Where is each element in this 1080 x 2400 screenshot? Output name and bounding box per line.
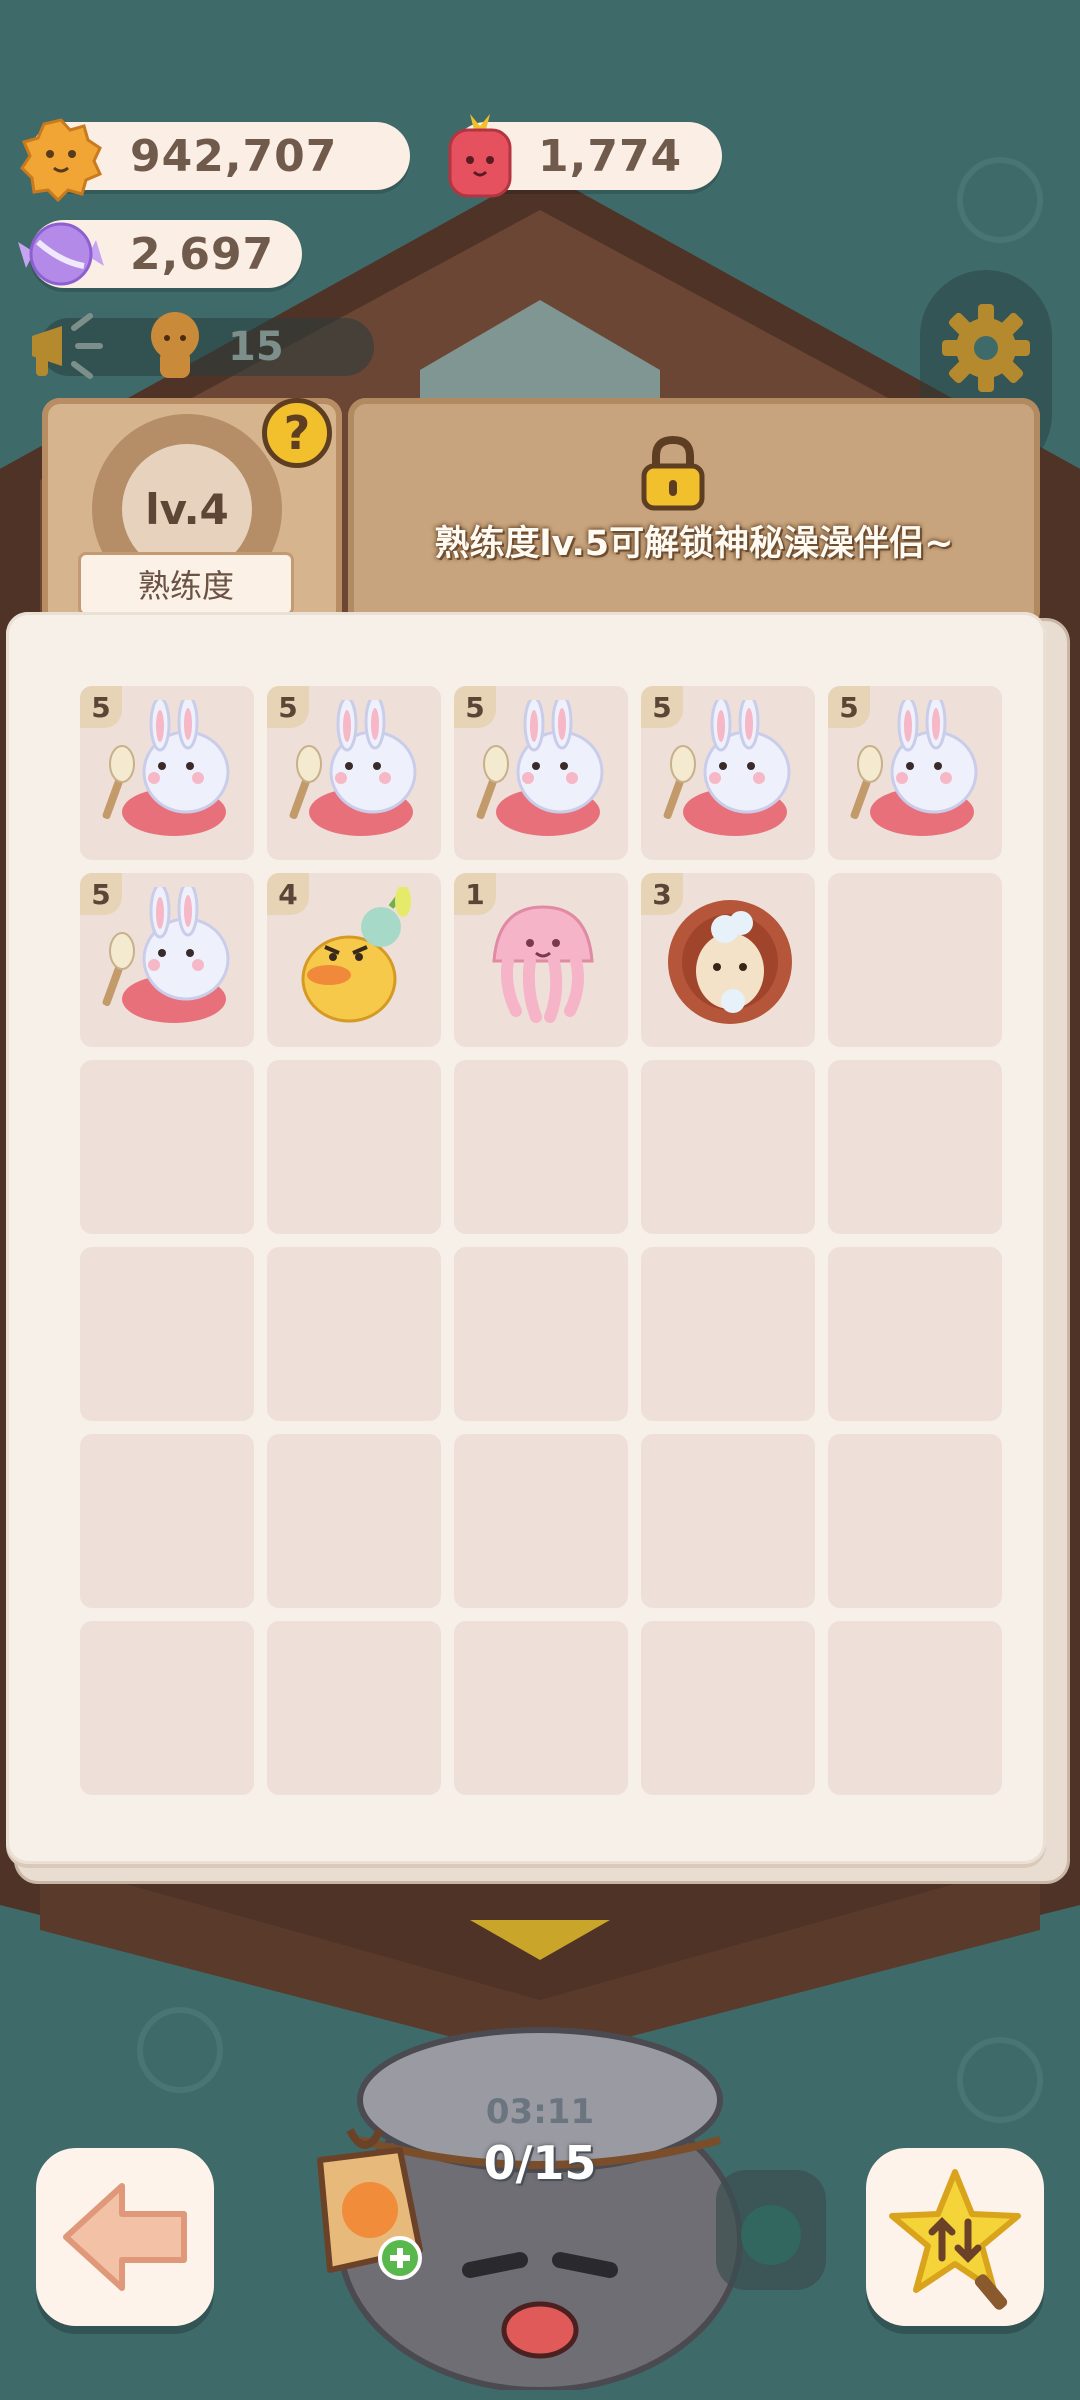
inventory-slot[interactable] xyxy=(267,1060,441,1234)
candy-icon xyxy=(18,222,104,286)
inventory-slot[interactable]: 5 xyxy=(80,873,254,1047)
lock-icon xyxy=(641,435,705,511)
inventory-slot[interactable]: 5 xyxy=(828,686,1002,860)
inventory-slot[interactable] xyxy=(641,1621,815,1795)
inventory-slot[interactable] xyxy=(828,1247,1002,1421)
inventory-slot[interactable] xyxy=(80,1247,254,1421)
help-button[interactable]: ? xyxy=(262,398,332,468)
inventory-slot[interactable] xyxy=(641,1060,815,1234)
announcement-count: 15 xyxy=(228,324,284,370)
item-level-badge: 5 xyxy=(641,686,683,728)
inventory-slot[interactable] xyxy=(267,1434,441,1608)
bath-progress: 0/15 xyxy=(483,2136,597,2190)
inventory-slot[interactable] xyxy=(80,1621,254,1795)
megaphone-icon[interactable] xyxy=(22,306,112,386)
inventory-slot[interactable]: 5 xyxy=(641,686,815,860)
candy-amount: 2,697 xyxy=(130,228,275,280)
inventory-slot[interactable] xyxy=(454,1247,628,1421)
item-level-badge: 3 xyxy=(641,873,683,915)
inventory-slot[interactable]: 3 xyxy=(641,873,815,1047)
proficiency-level: lv.4 xyxy=(145,484,229,534)
inventory-slot[interactable] xyxy=(80,1060,254,1234)
item-level-badge: 1 xyxy=(454,873,496,915)
inventory-slot[interactable] xyxy=(828,873,1002,1047)
item-level-badge: 5 xyxy=(454,686,496,728)
inventory-slot[interactable] xyxy=(828,1621,1002,1795)
item-level-badge: 5 xyxy=(828,686,870,728)
cookie-avatar-icon xyxy=(151,312,199,378)
inventory-slot[interactable]: 1 xyxy=(454,873,628,1047)
cookie-icon xyxy=(20,118,103,202)
back-button[interactable] xyxy=(36,2148,214,2326)
bath-timer: 03:11 xyxy=(485,2092,595,2132)
inventory-slot[interactable] xyxy=(641,1434,815,1608)
inventory-slot[interactable]: 5 xyxy=(267,686,441,860)
item-level-badge: 5 xyxy=(267,686,309,728)
unlock-info-text: 熟练度lv.5可解锁神秘澡澡伴侣~ xyxy=(434,524,954,564)
item-level-badge: 4 xyxy=(267,873,309,915)
inventory-slot[interactable] xyxy=(641,1247,815,1421)
jam-jar-icon xyxy=(448,114,512,198)
inventory-slot[interactable] xyxy=(828,1060,1002,1234)
inventory-slot[interactable]: 5 xyxy=(80,686,254,860)
proficiency-label: 熟练度 xyxy=(78,552,294,616)
back-arrow-icon xyxy=(63,2183,187,2291)
inventory-slot[interactable] xyxy=(267,1247,441,1421)
inventory-slot[interactable] xyxy=(80,1434,254,1608)
inventory-slot[interactable] xyxy=(454,1434,628,1608)
add-ticket-icon[interactable] xyxy=(290,2120,440,2290)
inventory-slot[interactable]: 5 xyxy=(454,686,628,860)
inventory-slot[interactable]: 4 xyxy=(267,873,441,1047)
star-sort-icon xyxy=(889,2169,1021,2310)
gear-icon[interactable] xyxy=(938,300,1034,396)
inventory-slot[interactable] xyxy=(828,1434,1002,1608)
inventory-slot[interactable] xyxy=(454,1621,628,1795)
inventory-slot[interactable] xyxy=(267,1621,441,1795)
sort-button[interactable] xyxy=(866,2148,1044,2326)
cookie-amount: 942,707 xyxy=(130,130,338,182)
jam-amount: 1,774 xyxy=(538,130,683,182)
locked-companion-slot-icon xyxy=(716,2170,826,2290)
inventory-slot[interactable] xyxy=(454,1060,628,1234)
item-level-badge: 5 xyxy=(80,873,122,915)
item-level-badge: 5 xyxy=(80,686,122,728)
